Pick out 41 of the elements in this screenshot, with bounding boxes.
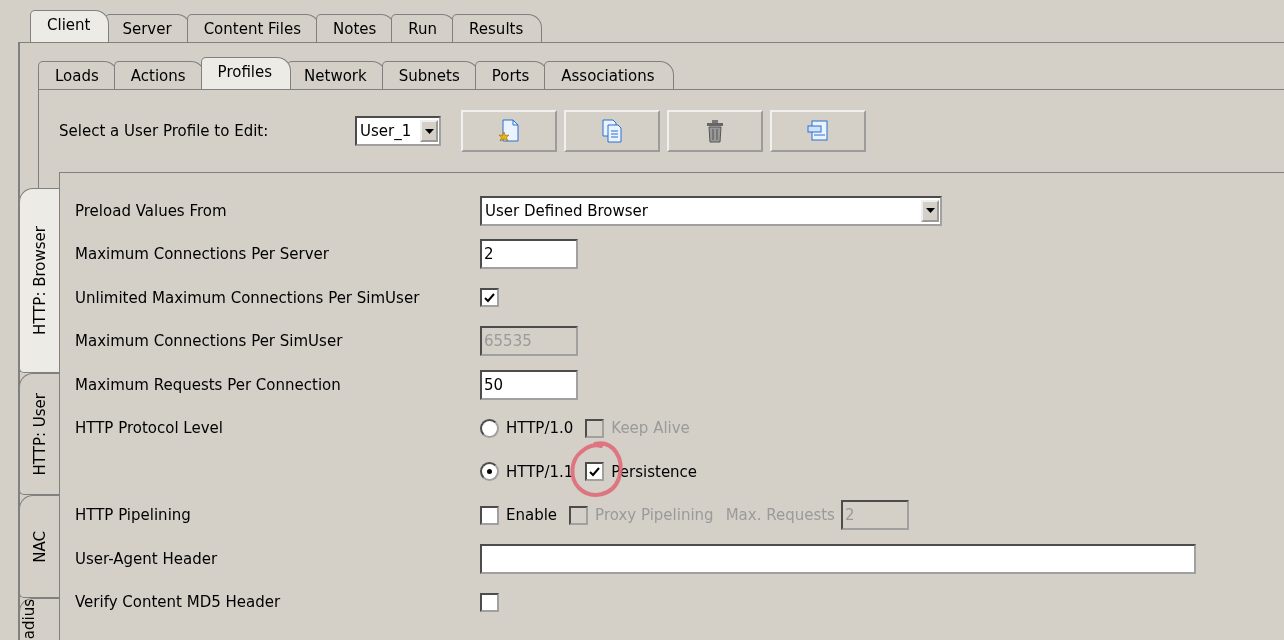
tab[interactable]: Client bbox=[30, 10, 110, 42]
copy-icon bbox=[601, 119, 623, 143]
side-tab[interactable]: HTTP: User bbox=[19, 373, 59, 495]
radio-button[interactable] bbox=[480, 418, 499, 438]
input-field[interactable]: 2 bbox=[480, 239, 578, 270]
check-icon bbox=[589, 466, 601, 477]
dropdown[interactable]: User Defined Browser bbox=[480, 195, 942, 226]
checkbox-label[interactable]: Enable bbox=[506, 506, 558, 525]
field-label: Maximum Connections Per SimUser bbox=[75, 332, 343, 351]
radio-button[interactable] bbox=[480, 462, 499, 482]
tab[interactable]: Associations bbox=[544, 61, 674, 89]
trash-icon bbox=[705, 119, 725, 143]
side-tab[interactable]: NAC bbox=[19, 495, 59, 598]
profile-dropdown[interactable]: User_1 bbox=[355, 116, 441, 146]
input-field[interactable] bbox=[480, 543, 1196, 574]
field-label: HTTP Pipelining bbox=[75, 506, 191, 525]
checkbox[interactable] bbox=[480, 505, 499, 525]
field-label: Preload Values From bbox=[75, 201, 227, 220]
toolbar-button[interactable] bbox=[667, 110, 763, 152]
tab[interactable]: Results bbox=[452, 14, 543, 42]
window-icon bbox=[807, 120, 829, 142]
field-label: HTTP Protocol Level bbox=[75, 419, 223, 438]
radio-label[interactable]: HTTP/1.0 bbox=[506, 419, 574, 438]
side-tab[interactable]: HTTP: Browser bbox=[19, 188, 59, 373]
field-label: Unlimited Maximum Connections Per SimUser bbox=[75, 288, 420, 307]
field-label: Maximum Connections Per Server bbox=[75, 245, 329, 264]
checkbox[interactable] bbox=[585, 462, 605, 482]
checkbox-label[interactable]: Persistence bbox=[611, 462, 698, 481]
side-tab[interactable]: adius bbox=[19, 598, 59, 640]
field-label: Maximum Requests Per Connection bbox=[75, 375, 341, 394]
field-label: User-Agent Header bbox=[75, 549, 218, 568]
field-label: Verify Content MD5 Header bbox=[75, 593, 281, 612]
check-icon bbox=[484, 292, 495, 303]
checkbox[interactable] bbox=[480, 592, 499, 612]
field-caption: Max. Requests bbox=[725, 506, 835, 525]
profile-label: Select a User Profile to Edit: bbox=[59, 122, 270, 140]
new-document-icon bbox=[498, 119, 520, 143]
radio-label[interactable]: HTTP/1.1 bbox=[506, 462, 574, 481]
input-field[interactable]: 50 bbox=[480, 369, 578, 400]
checkbox[interactable] bbox=[480, 288, 499, 308]
tab[interactable]: Profiles bbox=[200, 57, 292, 89]
